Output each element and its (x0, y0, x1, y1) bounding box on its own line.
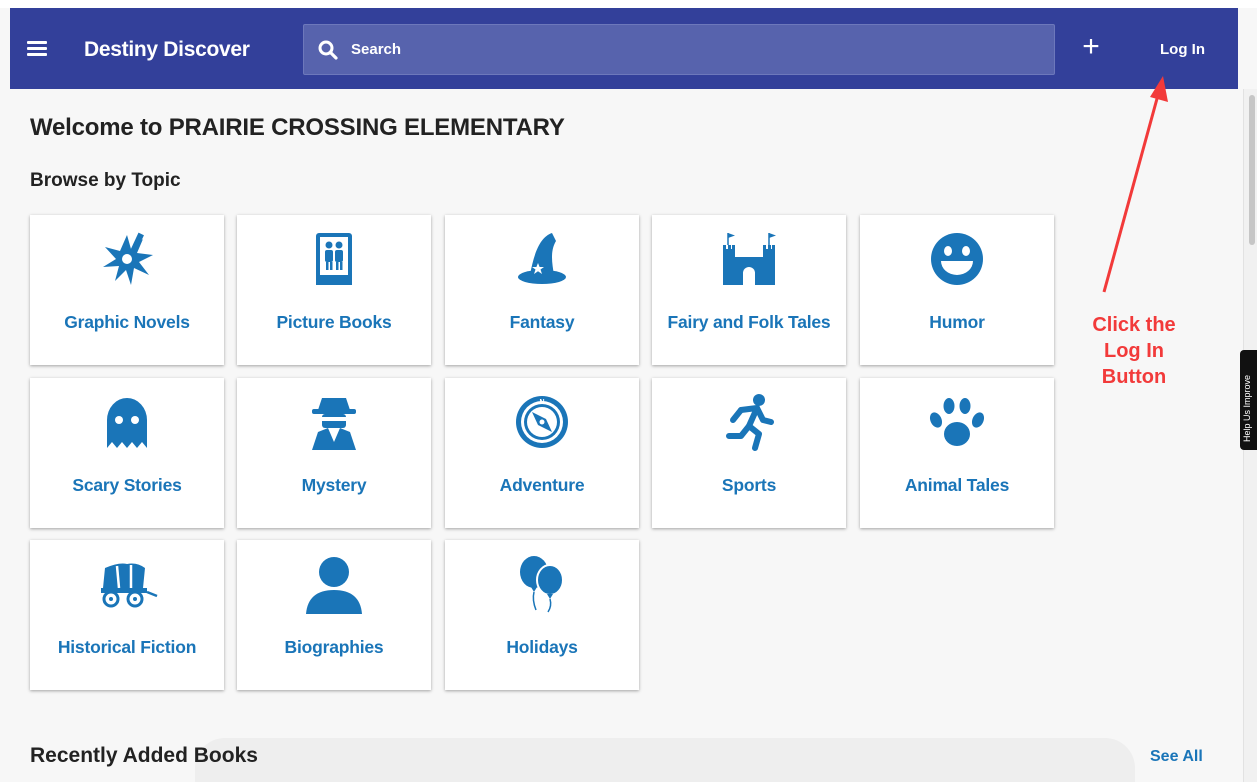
topic-tile-mystery[interactable]: Mystery (237, 378, 431, 528)
compass-icon: N (516, 396, 568, 448)
topic-tile-graphic-novels[interactable]: Graphic Novels (30, 215, 224, 365)
search-bar[interactable] (303, 24, 1055, 75)
topic-label: Fairy and Folk Tales (667, 312, 831, 332)
page-title: Welcome to PRAIRIE CROSSING ELEMENTARY (30, 114, 565, 141)
paw-icon (929, 398, 985, 446)
help-tab-label: Help Us Improve (1242, 374, 1252, 442)
brand-title[interactable]: Destiny Discover (84, 38, 250, 62)
annotation-text: Click the Log In Button (1072, 312, 1196, 390)
topic-tile-picture-books[interactable]: Picture Books (237, 215, 431, 365)
topic-tile-fairy-and-folk-tales[interactable]: Fairy and Folk Tales (652, 215, 846, 365)
runner-icon (726, 394, 774, 451)
balloons-icon (520, 556, 564, 613)
topic-label: Humor (929, 312, 985, 332)
see-all-link[interactable]: See All (1150, 748, 1203, 766)
wizard-hat-icon (518, 233, 566, 284)
topic-label: Animal Tales (904, 475, 1010, 495)
wagon-icon (101, 563, 158, 608)
recently-added-heading: Recently Added Books (30, 744, 258, 767)
topic-label: Holidays (506, 637, 578, 657)
window-top-edge (0, 0, 1257, 8)
topic-tile-humor[interactable]: Humor (860, 215, 1054, 365)
ghost-icon (107, 398, 147, 448)
topic-tile-historical-fiction[interactable]: Historical Fiction (30, 540, 224, 690)
topic-tile-biographies[interactable]: Biographies (237, 540, 431, 690)
topic-label: Sports (721, 475, 777, 495)
search-icon (318, 40, 338, 60)
detective-icon (312, 398, 356, 450)
browse-by-topic-heading: Browse by Topic (30, 170, 181, 191)
log-in-button[interactable]: Log In (1160, 41, 1205, 58)
topic-label: Mystery (301, 475, 367, 495)
burst-icon (103, 232, 153, 285)
svg-text:N: N (539, 399, 544, 406)
topic-tile-holidays[interactable]: Holidays (445, 540, 639, 690)
scrollbar-thumb[interactable] (1249, 95, 1255, 245)
topic-label: Biographies (284, 637, 384, 657)
hamburger-menu-icon[interactable] (27, 41, 47, 56)
topic-label: Fantasy (509, 312, 575, 332)
topic-label: Picture Books (276, 312, 392, 332)
topic-tile-scary-stories[interactable]: Scary Stories (30, 378, 224, 528)
recent-books-carousel (195, 738, 1135, 782)
topic-label: Adventure (499, 475, 585, 495)
topic-tile-animal-tales[interactable]: Animal Tales (860, 378, 1054, 528)
annotation-line: Log In (1104, 340, 1164, 362)
add-button[interactable]: + (1078, 32, 1104, 62)
topic-tile-fantasy[interactable]: Fantasy (445, 215, 639, 365)
help-us-improve-tab[interactable]: Help Us Improve (1240, 350, 1257, 450)
topic-label: Scary Stories (72, 475, 182, 495)
picture-book-icon (316, 233, 352, 285)
castle-icon (723, 233, 776, 285)
annotation-line: Click the (1092, 314, 1176, 336)
person-icon (306, 557, 362, 614)
topic-tile-sports[interactable]: Sports (652, 378, 846, 528)
topic-label: Historical Fiction (57, 637, 197, 657)
annotation-line: Button (1101, 366, 1167, 388)
topic-tile-adventure[interactable]: N Adventure (445, 378, 639, 528)
search-input[interactable] (351, 41, 1031, 58)
smiley-icon (931, 233, 983, 285)
topic-label: Graphic Novels (64, 312, 190, 332)
